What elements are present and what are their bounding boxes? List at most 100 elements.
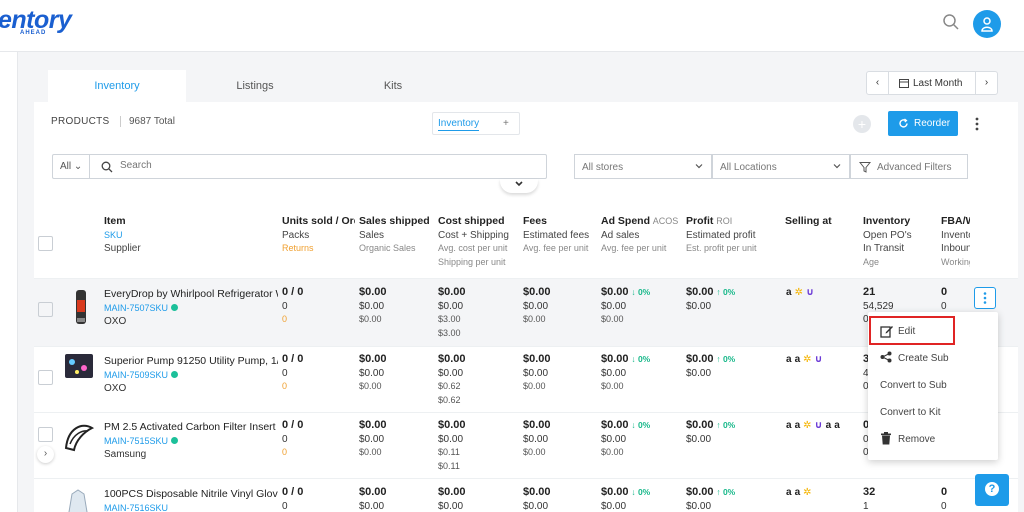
row-fees: $0.00 $0.00	[523, 486, 551, 512]
walmart-icon: ✲	[803, 487, 812, 498]
search-input[interactable]	[120, 160, 520, 171]
scope-select[interactable]: All ⌄	[52, 154, 90, 179]
row-cost: $0.00 $0.00 $0.11 $0.11	[438, 419, 466, 471]
tab-listings[interactable]: Listings	[186, 70, 324, 103]
column-fba[interactable]: FBA/WarehouseInventoryInboundWorking	[941, 215, 970, 269]
refresh-icon	[899, 118, 908, 128]
walmart-icon: ✲	[803, 420, 812, 431]
row-fees: $0.00 $0.00 $0.00	[523, 286, 551, 324]
product-name[interactable]: EveryDrop by Whirlpool Refrigerator Wate…	[104, 288, 278, 300]
row-units: 0 / 00	[282, 486, 304, 512]
row-sales: $0.00 $0.00	[359, 486, 387, 512]
date-range-picker[interactable]: ‹ Last Month ›	[866, 71, 998, 95]
share-icon	[880, 351, 892, 363]
product-sku[interactable]: MAIN-7515SKU	[104, 436, 168, 446]
row-inventory: 32 1	[863, 486, 876, 512]
advanced-filters-button[interactable]: Advanced Filters	[850, 154, 968, 179]
column-units[interactable]: Units sold / OrdersPacksReturns	[282, 215, 355, 256]
menu-item-convert-kit[interactable]: Convert to Kit	[868, 401, 998, 423]
stores-select[interactable]: All stores	[574, 154, 712, 179]
search-icon	[101, 161, 113, 173]
search-icon[interactable]	[942, 13, 960, 31]
column-cost[interactable]: Cost shipped Cost + Shipping Avg. cost per…	[438, 215, 520, 269]
walmart-icon: ✲	[794, 287, 803, 298]
row-cost: $0.00 $0.00 $0.62 $0.62	[438, 353, 466, 405]
row-ad: $0.00 ↓ 0% $0.00 $0.00	[601, 419, 651, 457]
column-profit[interactable]: Profit ROI Estimated profit Est. profit pe…	[686, 215, 776, 256]
products-total: 9687 Total	[120, 116, 175, 127]
help-icon: ?	[985, 482, 999, 496]
row-cost: $0.00 $0.00	[438, 486, 466, 512]
product-sku[interactable]: MAIN-7509SKU	[104, 370, 168, 380]
left-sidebar	[0, 52, 18, 512]
product-supplier: OXO	[104, 383, 127, 394]
more-options-icon	[983, 292, 987, 304]
expand-row-button[interactable]: ›	[37, 446, 54, 463]
row-marketplaces: a a ✲ ∪	[786, 354, 826, 365]
menu-item-remove[interactable]: Remove	[868, 428, 998, 450]
add-view-button[interactable]: +	[503, 118, 509, 129]
column-sales[interactable]: Sales shipped Sales Organic Sales	[359, 215, 437, 256]
product-thumbnail	[65, 354, 93, 378]
next-period-button[interactable]: ›	[975, 72, 997, 94]
row-item: 100PCS Disposable Nitrile Vinyl Gloves M…	[104, 488, 278, 512]
menu-item-convert-sub[interactable]: Convert to Sub	[868, 374, 998, 396]
row-checkbox[interactable]	[38, 427, 53, 442]
row-checkbox[interactable]	[38, 302, 53, 317]
row-marketplaces: a a ✲ ∪ a a	[786, 420, 843, 431]
magnet-icon: ∪	[805, 287, 815, 298]
product-name[interactable]: Superior Pump 91250 Utility Pump, 1/4 HP	[104, 355, 278, 367]
chevron-down-icon	[695, 164, 703, 169]
row-units: 0 / 000	[282, 353, 304, 391]
help-button[interactable]: ?	[975, 474, 1009, 506]
amazon-icon: a	[786, 287, 792, 298]
more-options-icon[interactable]	[972, 116, 982, 132]
collapse-filters-toggle[interactable]	[500, 179, 538, 193]
add-product-button[interactable]: +	[853, 115, 871, 133]
product-thumbnail	[64, 424, 95, 452]
user-avatar[interactable]	[973, 10, 1001, 38]
amazon-icon: a	[786, 354, 792, 365]
tab-inventory[interactable]: Inventory	[48, 70, 186, 103]
row-cost: $0.00 $0.00 $3.00 $3.00	[438, 286, 466, 338]
search-field[interactable]	[89, 154, 547, 179]
reorder-label: Reorder	[914, 118, 951, 129]
amazon-icon: a	[825, 420, 832, 431]
tab-kits[interactable]: Kits	[324, 70, 462, 103]
calendar-icon	[899, 79, 909, 88]
row-checkbox[interactable]	[38, 370, 53, 385]
reorder-button[interactable]: Reorder	[888, 111, 958, 136]
row-profit: $0.00 ↑ 0% $0.00	[686, 419, 736, 445]
product-name[interactable]: 100PCS Disposable Nitrile Vinyl Gloves	[104, 488, 278, 500]
column-fees[interactable]: Fees Estimated fees Avg. fee per unit	[523, 215, 598, 256]
product-supplier: OXO	[104, 316, 127, 327]
column-ad-spend[interactable]: Ad Spend ACOS Ad sales Avg. fee per unit	[601, 215, 683, 256]
prev-period-button[interactable]: ‹	[867, 72, 889, 94]
column-inventory[interactable]: Inventory Open PO's In Transit Age	[863, 215, 935, 269]
row-profit: $0.00 ↑ 0% $0.00	[686, 486, 736, 512]
view-tab-inventory[interactable]: Inventory	[438, 118, 480, 131]
menu-item-create-sub[interactable]: Create Sub	[868, 347, 998, 369]
edit-highlight-box	[869, 316, 955, 345]
logo-subtitle: AHEAD	[20, 30, 47, 36]
row-marketplaces: a ✲ ∪	[786, 287, 817, 298]
row-ad: $0.00 ↓ 0% $0.00 $0.00	[601, 286, 651, 324]
filter-icon	[859, 162, 871, 173]
chevron-down-icon	[833, 164, 841, 169]
row-sales: $0.00 $0.00 $0.00	[359, 353, 387, 391]
amazon-icon: a	[794, 487, 801, 498]
column-item[interactable]: Item SKU Supplier	[104, 215, 274, 256]
magnet-icon: ∪	[814, 420, 823, 431]
product-sku[interactable]: MAIN-7507SKU	[104, 303, 168, 313]
column-selling-at[interactable]: Selling at	[785, 215, 855, 229]
row-actions-button[interactable]	[974, 287, 996, 309]
product-name[interactable]: PM 2.5 Activated Carbon Filter Insert	[104, 421, 276, 433]
amazon-icon: a	[786, 420, 792, 431]
locations-select[interactable]: All Locations	[712, 154, 850, 179]
product-sku[interactable]: MAIN-7516SKU	[104, 503, 168, 512]
row-fees: $0.00 $0.00 $0.00	[523, 419, 551, 457]
select-all-checkbox[interactable]	[38, 236, 53, 251]
row-sales: $0.00 $0.00 $0.00	[359, 419, 387, 457]
row-fba: 00	[941, 486, 948, 512]
row-ad: $0.00 ↓ 0% $0.00	[601, 486, 651, 512]
